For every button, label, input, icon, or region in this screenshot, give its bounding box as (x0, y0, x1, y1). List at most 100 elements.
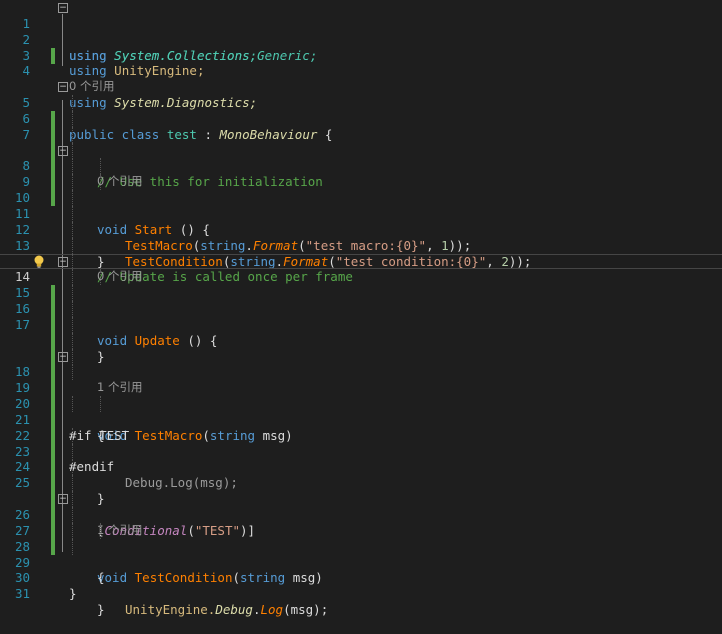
code-line-2[interactable]: 2 using System.Collections.Generic; (0, 16, 722, 63)
codelens-row: 0 个引用 (0, 63, 722, 93)
indent-guide (72, 332, 73, 349)
code-line-19[interactable]: 19 { (0, 364, 722, 443)
change-indicator (51, 301, 55, 318)
code-line-24[interactable]: 24 (0, 443, 722, 474)
close-brace: } (69, 586, 77, 602)
change-indicator (51, 491, 55, 508)
indent-guide (72, 475, 73, 492)
change-indicator (51, 396, 55, 413)
collapse-icon[interactable]: − (58, 145, 68, 156)
indent-guide (72, 142, 73, 159)
code-line-12[interactable]: 12 (0, 205, 722, 237)
code-line-28[interactable]: 28 UnityEngine.Debug.Log(msg); (0, 522, 722, 617)
codelens-row: 1 个引用 (0, 475, 722, 537)
code-editor[interactable]: 1 − using System.Collections; 2 using Sy… (0, 0, 722, 624)
indent-guide (100, 269, 101, 286)
code-line-16[interactable]: 16 } (0, 285, 722, 364)
method-call: Log (260, 602, 284, 618)
namespace: UnityEngine. (125, 602, 216, 618)
change-indicator (51, 110, 55, 127)
code-line-5[interactable]: 5 − public class test : MonoBehaviour { (0, 79, 722, 142)
indent-guide (72, 507, 73, 523)
lightbulb-icon[interactable] (33, 255, 45, 268)
indent-guide (72, 459, 73, 476)
collapse-icon[interactable]: − (58, 3, 68, 13)
indent-guide (72, 491, 73, 508)
code-line-11[interactable]: 11 } (0, 190, 722, 269)
indent-guide (72, 221, 73, 238)
code-line-22[interactable]: 22 #endif (0, 411, 722, 474)
indent-guide (72, 253, 73, 270)
collapse-icon[interactable]: − (58, 351, 68, 362)
indent-guide (72, 190, 73, 207)
code-line-25[interactable]: 25 [Conditional("TEST")] (0, 459, 722, 538)
change-indicator (51, 348, 55, 365)
indent-guide (72, 237, 73, 254)
change-indicator (51, 538, 55, 555)
code-line-3[interactable]: 3 using UnityEngine; (0, 32, 722, 79)
change-indicator (51, 316, 55, 333)
indent-guide (72, 110, 73, 127)
code-line-15[interactable]: 15 (0, 269, 722, 300)
code-line-23[interactable]: 23 } (0, 427, 722, 506)
change-indicator (51, 427, 55, 444)
code-line-27[interactable]: 27 { (0, 507, 722, 585)
code-line-9[interactable]: 9 TestMacro(string.Format("test macro:{0… (0, 158, 722, 253)
collapse-icon[interactable]: − (58, 494, 68, 505)
collapse-icon[interactable]: − (58, 256, 68, 267)
indent-guide (72, 285, 73, 302)
indent-guide (72, 316, 73, 333)
code-line-26[interactable]: 26 − void TestCondition(string msg) (0, 491, 722, 585)
code-line-30[interactable]: 30 } (0, 555, 722, 601)
change-indicator (51, 411, 55, 428)
indent-guide (72, 396, 73, 413)
code-line-29[interactable]: 29 } (0, 538, 722, 617)
code-line-7[interactable]: 7 // Use this for initialization (0, 110, 722, 189)
indent-guide (72, 538, 73, 555)
indent-guide (72, 126, 73, 143)
indent-guide (72, 522, 73, 539)
indent-guide (72, 205, 73, 222)
codelens-row: 1 个引用 (0, 332, 722, 394)
code-line-1[interactable]: 1 − using System.Collections; (0, 0, 722, 63)
change-indicator (51, 332, 55, 349)
indent-guide (100, 174, 101, 191)
code-line-21[interactable]: 21 Debug.Log(msg); (0, 396, 722, 490)
change-indicator (51, 158, 55, 175)
indent-guide (72, 174, 73, 191)
indent-guide (72, 158, 73, 175)
code-line-14[interactable]: 14 − void Update () { (0, 253, 722, 348)
change-indicator (51, 475, 55, 492)
change-indicator (51, 190, 55, 207)
change-indicator (51, 142, 55, 159)
blank-row (0, 316, 722, 333)
indent-guide (72, 301, 73, 318)
code-line-20[interactable]: 20 #if TEST (0, 380, 722, 443)
code-line-17[interactable]: 17 (0, 301, 722, 332)
indent-guide (100, 158, 101, 175)
code-line-6[interactable]: 6 (0, 95, 722, 126)
code-line-4[interactable]: 4 using System.Diagnostics; (0, 47, 722, 110)
code-line-8[interactable]: 8 − void Start () { (0, 142, 722, 237)
change-indicator (51, 47, 55, 64)
indent-guide (72, 95, 73, 112)
class-name: Debug (215, 602, 253, 618)
code-line-13[interactable]: 13 // Update is called once per frame (0, 221, 722, 284)
line-number: 31 (14, 586, 30, 602)
code-line-18[interactable]: 18 − void TestMacro(string msg) (0, 348, 722, 443)
code-line-10[interactable]: 10 TestCondition(string.Format("test con… (0, 174, 722, 269)
change-indicator (51, 380, 55, 397)
change-indicator (51, 174, 55, 191)
indent-guide (100, 396, 101, 413)
indent-guide (72, 269, 73, 286)
codelens-row: 0 个引用 (0, 126, 722, 188)
change-indicator (51, 522, 55, 539)
indent-guide (100, 522, 101, 539)
indent-guide (72, 364, 73, 381)
change-indicator (51, 459, 55, 476)
change-indicator (51, 364, 55, 381)
indent-guide (72, 427, 73, 444)
collapse-icon[interactable]: − (58, 82, 68, 93)
punctuation: (msg); (283, 602, 329, 618)
code-line-31[interactable]: 31 (0, 570, 722, 601)
